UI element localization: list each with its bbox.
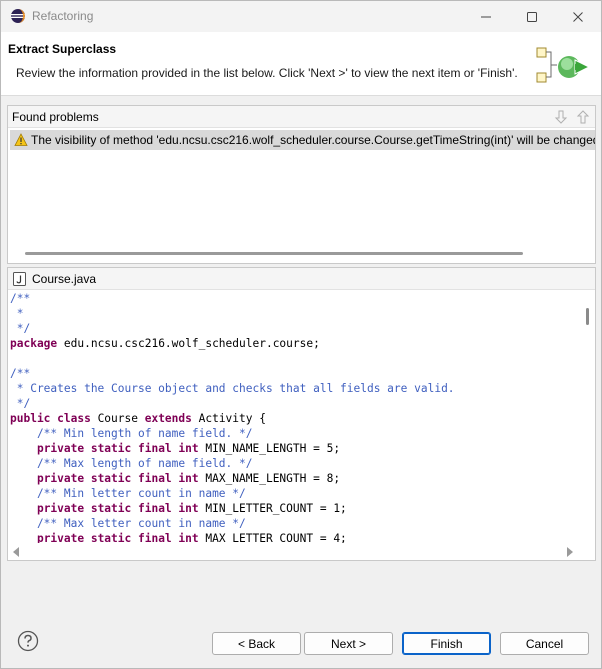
code-token: * Creates the Course object and checks t… xyxy=(10,382,455,395)
code-line: */ xyxy=(10,396,578,411)
window-title: Refactoring xyxy=(32,9,94,23)
code-line: /** Max letter count in name */ xyxy=(10,516,578,531)
arrow-down-icon[interactable] xyxy=(552,108,570,126)
close-button[interactable] xyxy=(555,1,601,32)
source-filename: Course.java xyxy=(32,272,97,286)
code-token: /** Min letter count in name */ xyxy=(10,487,246,500)
code-line: /** Min length of name field. */ xyxy=(10,426,578,441)
found-problems-panel: Found problems The visibility of method … xyxy=(7,105,596,264)
problem-text: The visibility of method 'edu.ncsu.csc21… xyxy=(31,133,595,147)
wizard-refactor-icon xyxy=(536,47,591,83)
code-token: /** Max length of name field. */ xyxy=(10,457,253,470)
code-line: * xyxy=(10,306,578,321)
arrow-up-icon[interactable] xyxy=(574,108,592,126)
scroll-right-icon[interactable] xyxy=(566,547,574,557)
code-token: /** Max letter count in name */ xyxy=(10,517,246,530)
code-line: /** Min letter count in name */ xyxy=(10,486,578,501)
code-token: public class xyxy=(10,412,91,425)
found-problems-header: Found problems xyxy=(8,106,595,128)
code-token: Course xyxy=(90,412,145,425)
code-token: /** Min length of name field. */ xyxy=(10,427,253,440)
maximize-button[interactable] xyxy=(509,1,555,32)
minimize-button[interactable] xyxy=(463,1,509,32)
code-token: */ xyxy=(10,397,31,410)
back-button[interactable]: < Back xyxy=(212,632,301,655)
horizontal-scrollbar[interactable] xyxy=(25,252,523,255)
code-token: private static final int xyxy=(36,472,199,485)
wizard-description: Review the information provided in the l… xyxy=(16,66,518,80)
code-token: extends xyxy=(144,412,192,425)
vertical-scrollbar[interactable] xyxy=(586,308,589,325)
code-line: private static final int MIN_NAME_LENGTH… xyxy=(10,441,578,456)
code-token: /** xyxy=(10,367,31,380)
code-token: MIN_NAME_LENGTH = 5; xyxy=(198,442,341,455)
code-token: MIN_LETTER_COUNT = 1; xyxy=(198,502,347,515)
help-icon[interactable] xyxy=(17,630,39,652)
scroll-left-icon[interactable] xyxy=(12,547,20,557)
warning-icon xyxy=(14,133,28,146)
code-token: Activity { xyxy=(191,412,266,425)
code-token: */ xyxy=(10,322,31,335)
code-line: /** xyxy=(10,291,578,306)
code-token: MAX_NAME_LENGTH = 8; xyxy=(198,472,341,485)
code-token: /** xyxy=(10,292,31,305)
source-code-view[interactable]: /** * */package edu.ncsu.csc216.wolf_sch… xyxy=(10,291,578,543)
code-token: edu.ncsu.csc216.wolf_scheduler.course; xyxy=(57,337,320,350)
finish-button[interactable]: Finish xyxy=(402,632,491,655)
eclipse-app-icon xyxy=(11,9,25,23)
code-line: /** xyxy=(10,366,578,381)
source-preview-header: Course.java xyxy=(8,268,595,290)
code-token: private static final int xyxy=(36,442,199,455)
code-line: /** Max length of name field. */ xyxy=(10,456,578,471)
code-line: */ xyxy=(10,321,578,336)
cancel-button[interactable]: Cancel xyxy=(500,632,589,655)
close-icon xyxy=(573,11,583,22)
found-problems-label: Found problems xyxy=(12,110,99,124)
code-token: private static final int xyxy=(36,532,199,543)
code-line: package edu.ncsu.csc216.wolf_scheduler.c… xyxy=(10,336,578,351)
code-line: public class Course extends Activity { xyxy=(10,411,578,426)
code-line: private static final int MAX_NAME_LENGTH… xyxy=(10,471,578,486)
java-file-icon xyxy=(13,272,26,286)
wizard-title: Extract Superclass xyxy=(8,42,117,56)
wizard-header: Extract Superclass Review the informatio… xyxy=(1,32,601,96)
code-token: package xyxy=(10,337,58,350)
refactoring-dialog: Refactoring Extract Superclass Review th… xyxy=(0,0,602,669)
title-bar[interactable]: Refactoring xyxy=(1,1,601,32)
code-line: * Creates the Course object and checks t… xyxy=(10,381,578,396)
code-line: private static final int MAX_LETTER_COUN… xyxy=(10,531,578,543)
source-preview-panel: Course.java /** * */package edu.ncsu.csc… xyxy=(7,267,596,561)
maximize-icon xyxy=(527,11,537,22)
minimize-icon xyxy=(481,16,491,17)
code-token: private static final int xyxy=(36,502,199,515)
code-line: private static final int MIN_LETTER_COUN… xyxy=(10,501,578,516)
problem-list-item[interactable]: The visibility of method 'edu.ncsu.csc21… xyxy=(10,130,595,150)
next-button[interactable]: Next > xyxy=(304,632,393,655)
code-token: * xyxy=(10,307,24,320)
code-token: MAX_LETTER_COUNT = 4; xyxy=(198,532,347,543)
